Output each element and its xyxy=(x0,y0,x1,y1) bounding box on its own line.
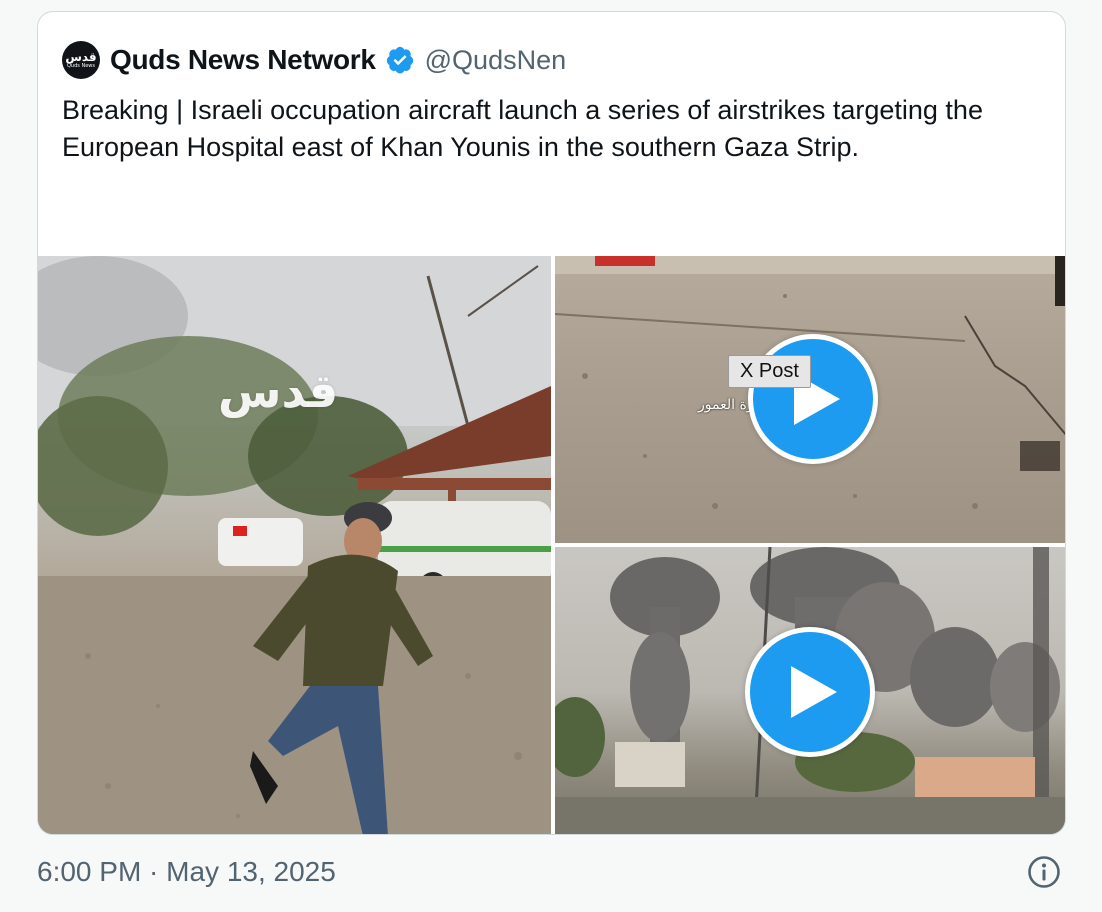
avatar[interactable]: قدس Quds News xyxy=(62,41,100,79)
media-video-bottom[interactable] xyxy=(555,547,1065,834)
play-icon xyxy=(791,666,837,718)
tweet-header: قدس Quds News Quds News Network @QudsNen xyxy=(62,40,566,80)
avatar-logo: قدس xyxy=(65,50,97,64)
media-watermark: قدس xyxy=(218,364,339,418)
author-handle[interactable]: @QudsNen xyxy=(425,45,566,76)
runner-scene-illustration xyxy=(38,256,551,834)
avatar-sub: Quds News xyxy=(67,63,95,69)
tweet-text: Breaking | Israeli occupation aircraft l… xyxy=(62,95,983,162)
info-icon[interactable] xyxy=(1027,855,1061,889)
media-grid: قدس #غزة العمور X Post xyxy=(38,256,1065,834)
tweet-timestamp[interactable]: 6:00 PM · May 13, 2025 xyxy=(37,856,336,888)
media-photo-left[interactable]: قدس xyxy=(38,256,551,834)
media-video-top[interactable]: #غزة العمور X Post xyxy=(555,256,1065,543)
author-name[interactable]: Quds News Network xyxy=(110,44,376,76)
play-button-bottom[interactable] xyxy=(745,627,875,757)
quoted-tweet-card[interactable]: قدس Quds News Quds News Network @QudsNen… xyxy=(37,11,1066,835)
verified-badge-icon xyxy=(386,46,413,74)
x-post-tooltip: X Post xyxy=(728,355,811,388)
play-button-top[interactable] xyxy=(748,334,878,464)
